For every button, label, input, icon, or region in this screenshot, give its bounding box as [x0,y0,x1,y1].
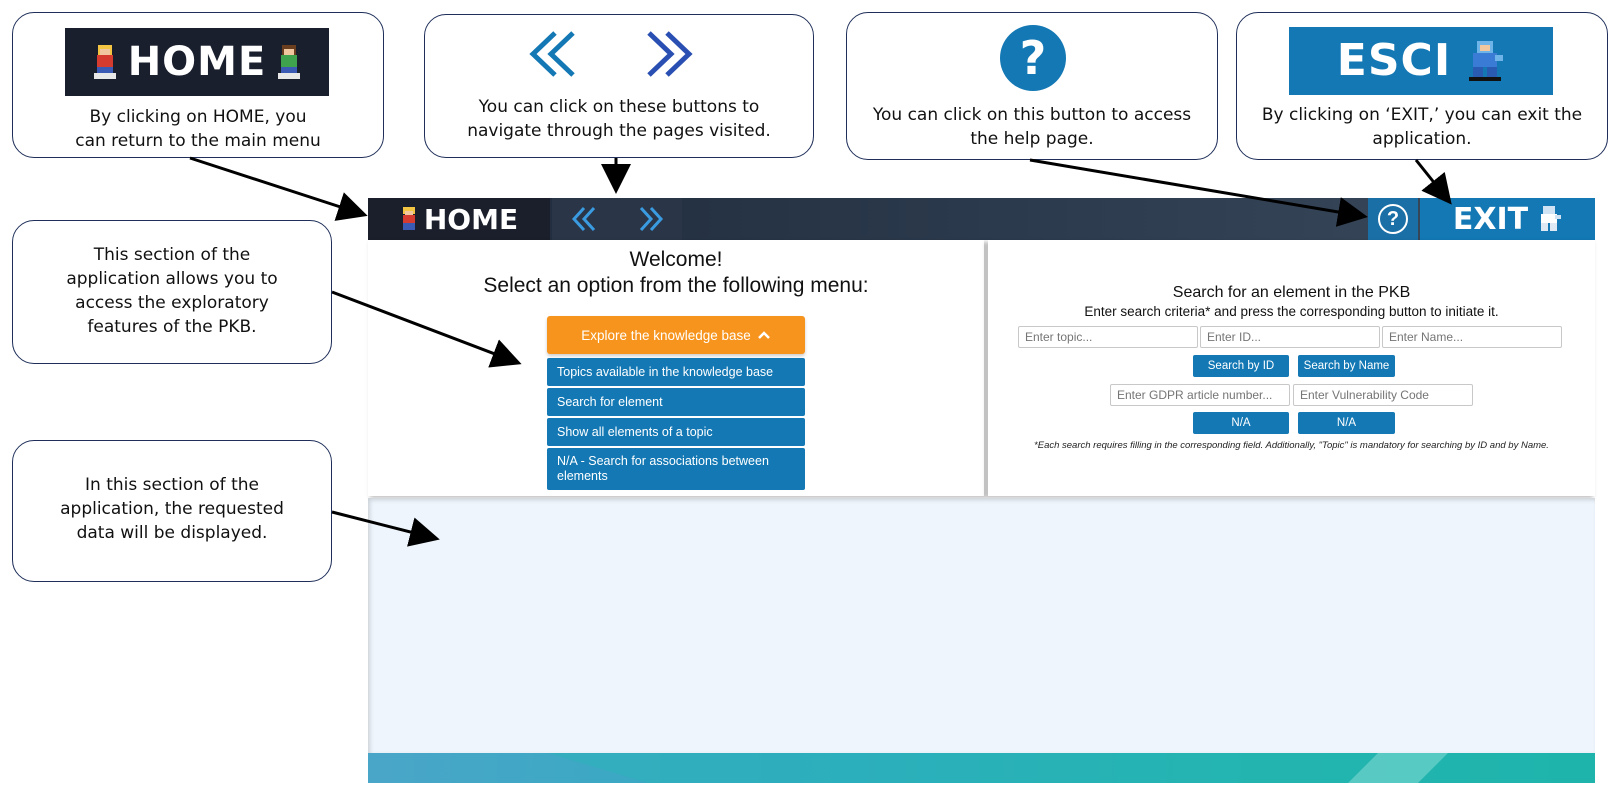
search-subtitle: Enter search criteria* and press the cor… [1084,304,1499,319]
navigation-buttons [552,198,682,240]
explore-panel: Welcome! Select an option from the follo… [368,240,984,496]
vulnerability-code-input[interactable] [1293,384,1473,406]
character-sprite-icon [276,43,302,81]
exit-button-label: EXIT [1452,201,1529,237]
footer-decoration [548,753,1595,783]
home-logo-text: HOME [127,39,267,85]
search-panel: Search for an element in the PKB Enter s… [988,240,1595,496]
help-icon: ? [1378,204,1408,234]
esci-logo: ESCI [1289,27,1553,95]
top-bar: HOME ? EXIT [368,198,1595,240]
menu-item-topics[interactable]: Topics available in the knowledge base [547,358,805,386]
callout-exit-text: By clicking on ‘EXIT,’ you can exit the … [1261,105,1583,149]
home-logo: HOME [65,28,329,96]
nav-icons-preview [525,29,715,79]
help-button[interactable]: ? [1368,198,1418,240]
explore-button-label: Explore the knowledge base [581,327,751,343]
robot-sprite-icon [1465,39,1505,83]
search-title: Search for an element in the PKB [1172,284,1411,301]
back-forward-icon [529,31,693,77]
id-input[interactable] [1200,326,1380,348]
callout-nav-text: You can click on these buttons to naviga… [467,97,771,141]
callout-home-text: By clicking on HOME, you can return to t… [75,107,321,151]
home-button[interactable]: HOME [368,198,550,240]
character-sprite-icon [92,43,118,81]
exit-icon [1541,206,1562,231]
name-input[interactable] [1382,326,1562,348]
na-button-1[interactable]: N/A [1193,412,1289,434]
search-by-name-button[interactable]: Search by Name [1298,355,1395,377]
footer-bar [368,753,1595,783]
chevron-up-icon [757,331,770,339]
gdpr-article-input[interactable] [1110,384,1290,406]
help-icon: ? [1000,25,1066,91]
topic-input[interactable] [1018,326,1198,348]
callout-explore-section: This section of the application allows y… [12,220,332,364]
search-footnote: *Each search requires filling in the cor… [1034,440,1549,451]
exit-button[interactable]: EXIT [1420,198,1595,240]
back-icon[interactable] [570,205,600,233]
callout-navigation: You can click on these buttons to naviga… [424,14,814,158]
explore-knowledge-base-button[interactable]: Explore the knowledge base [547,316,805,354]
data-display-area [368,498,1595,753]
application-window: HOME ? EXIT Welcome! Select an option fr… [368,198,1595,783]
welcome-title: Welcome! [629,248,723,271]
callout-help: ? You can click on this button to access… [846,12,1218,160]
welcome-subtitle: Select an option from the following menu… [483,274,869,297]
home-button-label: HOME [423,202,519,236]
callout-data-text: In this section of the application, the … [60,475,284,543]
na-button-2[interactable]: N/A [1298,412,1395,434]
callout-home: HOME By clicking on HOME, you can return… [12,12,384,158]
callout-exit: ESCI By clicking on ‘EXIT,’ you can exit… [1236,12,1608,160]
callout-help-text: You can click on this button to access t… [872,105,1192,149]
callout-data-section: In this section of the application, the … [12,440,332,582]
forward-icon[interactable] [635,205,665,233]
callout-explore-text: This section of the application allows y… [66,245,278,337]
arrow-home [189,156,368,221]
menu-item-search-element[interactable]: Search for element [547,388,805,416]
esci-logo-text: ESCI [1336,35,1452,86]
search-by-id-button[interactable]: Search by ID [1193,355,1289,377]
menu-item-associations[interactable]: N/A - Search for associations between el… [547,448,805,490]
arrow-exit [1414,159,1452,205]
menu-item-show-all-elements[interactable]: Show all elements of a topic [547,418,805,446]
home-icon [402,207,415,230]
